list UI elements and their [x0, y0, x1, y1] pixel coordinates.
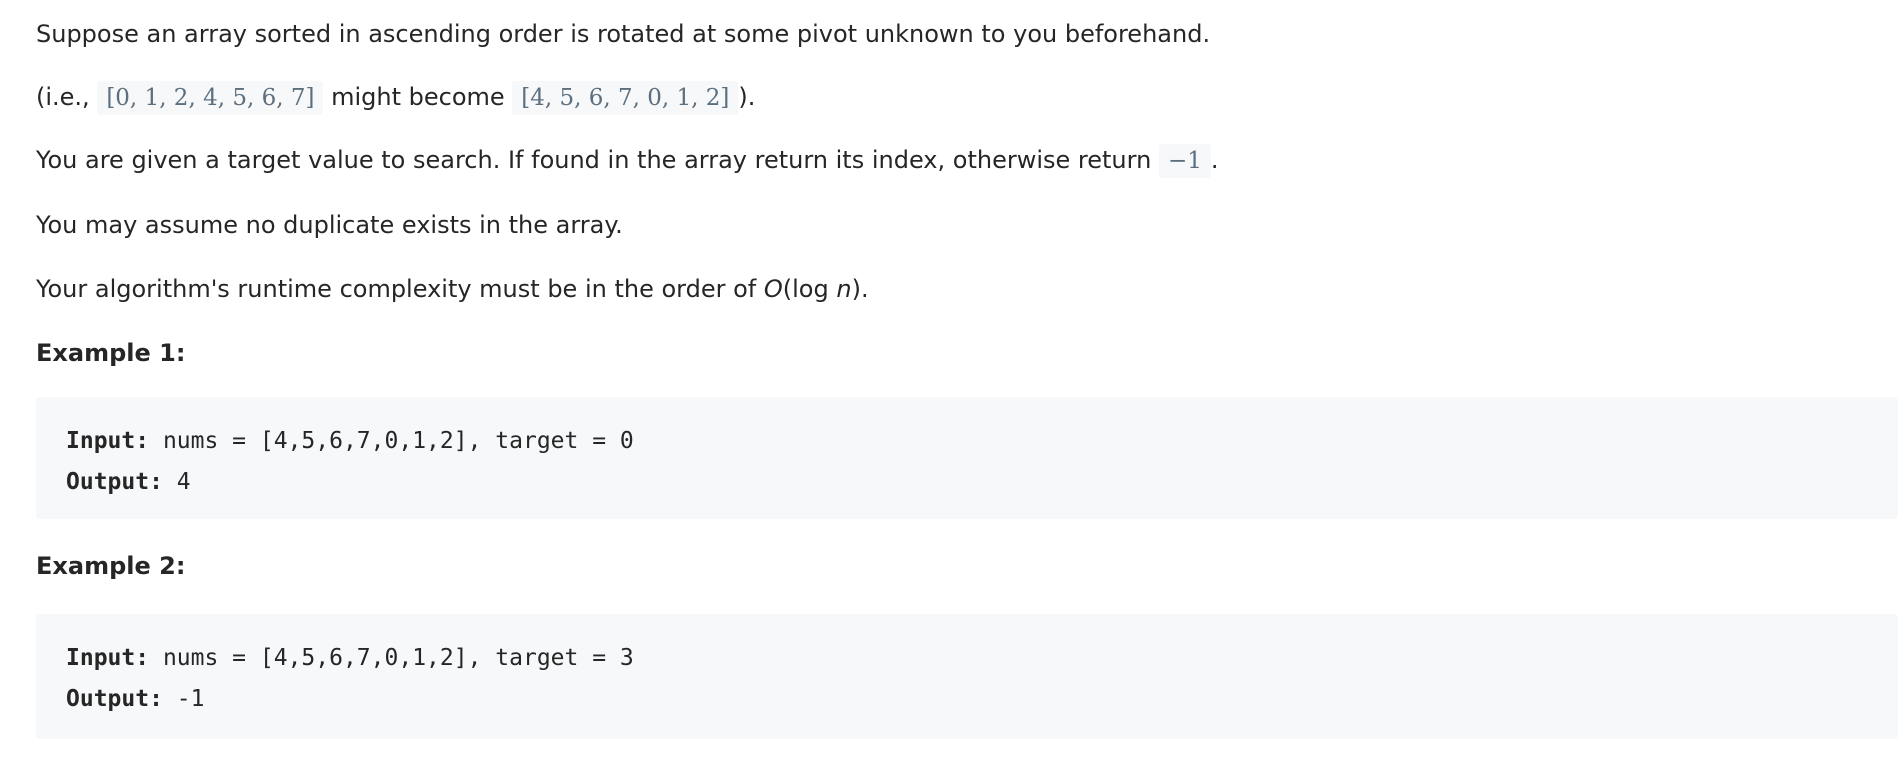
description-text: You are given a target value to search. …: [36, 146, 1152, 174]
description-text: might become: [331, 83, 505, 111]
description-text: Your algorithm's runtime complexity must…: [36, 275, 757, 303]
math-minus-one: −1: [1158, 144, 1211, 178]
example-title-text: Example 1:: [36, 339, 186, 367]
output-label: Output:: [66, 469, 163, 495]
input-label: Input:: [66, 428, 150, 454]
description-text: ).: [851, 275, 869, 303]
description-text: (i.e.,: [36, 83, 90, 111]
math-array-rotated: [4, 5, 6, 7, 0, 1, 2]: [512, 81, 739, 115]
example-title-text: Example 2:: [36, 552, 186, 580]
input-value: nums = [4,5,6,7,0,1,2], target = 0: [149, 428, 634, 454]
log-text: (log: [782, 275, 829, 303]
output-value: -1: [162, 686, 205, 712]
big-o: O: [763, 275, 783, 303]
example-2-title: Example 2:: [36, 548, 1898, 584]
description-text: .: [1210, 146, 1219, 174]
description-text: Suppose an array sorted in ascending ord…: [36, 20, 1211, 48]
example-1-codeblock: Input: nums = [4,5,6,7,0,1,2], target = …: [36, 397, 1898, 519]
example-1-input-line: Input: nums = [4,5,6,7,0,1,2], target = …: [66, 421, 1868, 462]
variable-n: n: [836, 275, 852, 303]
description-line-5: Your algorithm's runtime complexity must…: [36, 271, 1898, 307]
example-2-output-line: Output: -1: [66, 679, 1868, 720]
problem-description: Suppose an array sorted in ascending ord…: [36, 16, 1898, 739]
example-2-input-line: Input: nums = [4,5,6,7,0,1,2], target = …: [66, 638, 1868, 679]
description-line-2: (i.e., [0, 1, 2, 4, 5, 6, 7] might becom…: [36, 79, 1898, 115]
description-text: You may assume no duplicate exists in th…: [36, 211, 623, 239]
example-2-codeblock: Input: nums = [4,5,6,7,0,1,2], target = …: [36, 614, 1898, 739]
example-1-title: Example 1:: [36, 335, 1898, 371]
input-label: Input:: [66, 645, 150, 671]
description-line-1: Suppose an array sorted in ascending ord…: [36, 16, 1898, 52]
description-text: ).: [738, 83, 756, 111]
math-array-sorted: [0, 1, 2, 4, 5, 6, 7]: [97, 81, 324, 115]
description-line-4: You may assume no duplicate exists in th…: [36, 207, 1898, 243]
output-value: 4: [162, 469, 191, 495]
output-label: Output:: [66, 686, 163, 712]
description-line-3: You are given a target value to search. …: [36, 142, 1898, 178]
input-value: nums = [4,5,6,7,0,1,2], target = 3: [149, 645, 634, 671]
example-1-output-line: Output: 4: [66, 462, 1868, 503]
